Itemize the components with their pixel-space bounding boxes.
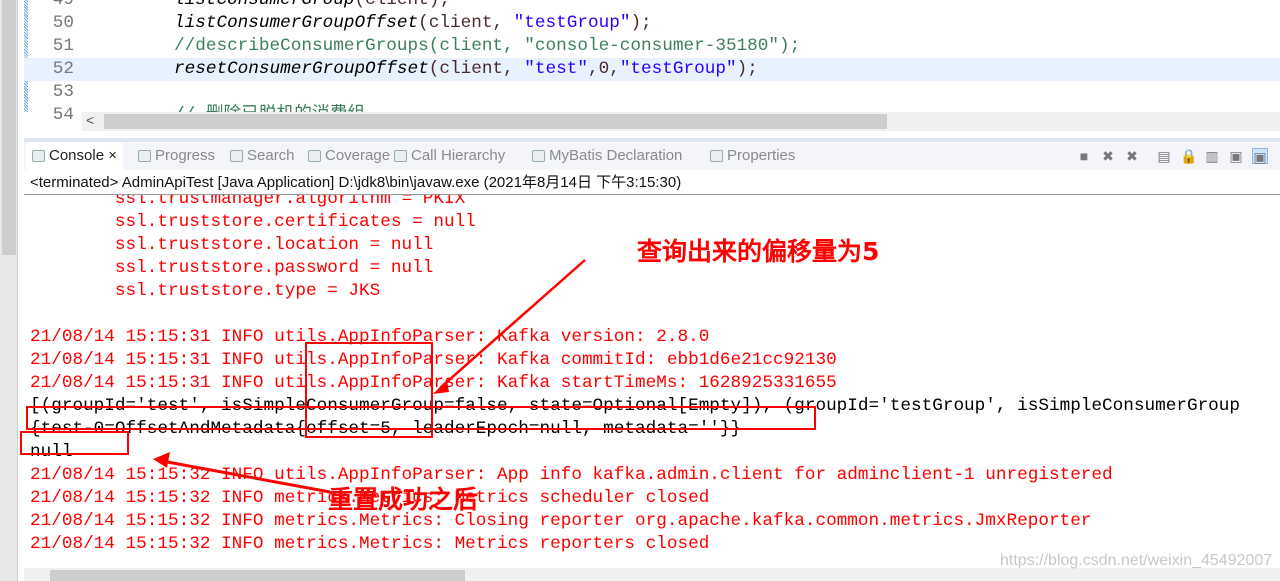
arrow-offset [439, 259, 586, 389]
annotation-offset-note: 查询出来的偏移量为5 [637, 237, 880, 266]
arrowhead [433, 380, 449, 394]
annotation-reset-note: 重置成功之后 [328, 485, 479, 514]
watermark: https://blog.csdn.net/weixin_45492007 [1000, 552, 1273, 569]
arrowhead [153, 452, 170, 468]
arrow-reset [161, 459, 331, 494]
annotation-arrows [153, 259, 586, 494]
